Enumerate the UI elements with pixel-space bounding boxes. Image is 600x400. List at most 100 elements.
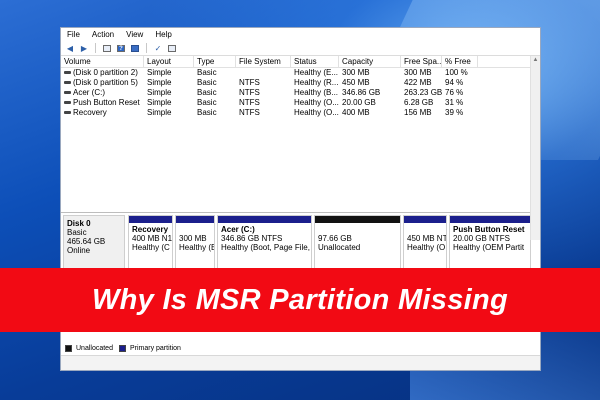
partition-title: Acer (C:) xyxy=(221,225,255,234)
cell-status: Healthy (B... xyxy=(291,88,339,98)
disk-name: Disk 0 xyxy=(67,219,91,228)
partition-line2: 300 MB xyxy=(179,234,207,243)
partition-line2: 97.66 GB xyxy=(318,234,352,243)
forward-arrow-icon[interactable]: ▶ xyxy=(79,44,89,53)
partition-line3: Healthy (E xyxy=(179,243,214,252)
partition-line3: Healthy (O xyxy=(407,243,446,252)
table-row[interactable]: (Disk 0 partition 5) Simple Basic NTFS Healt… xyxy=(61,78,532,88)
cell-volume: Push Button Reset xyxy=(61,98,144,108)
cell-type: Basic xyxy=(194,88,236,98)
partition-line2: 450 MB NT xyxy=(407,234,446,243)
legend-unallocated-swatch xyxy=(65,345,72,352)
cell-capacity: 20.00 GB xyxy=(339,98,401,108)
properties-icon[interactable] xyxy=(130,44,140,53)
menu-view[interactable]: View xyxy=(126,30,143,39)
cell-text: Basic xyxy=(197,68,217,77)
cell-layout: Simple xyxy=(144,108,194,118)
cell-volume: (Disk 0 partition 5) xyxy=(61,78,144,88)
cell-text: 31 % xyxy=(445,98,464,107)
cell-text: 39 % xyxy=(445,108,464,117)
partition-bar xyxy=(176,216,214,223)
checklist-icon[interactable]: ✓ xyxy=(153,44,163,53)
cell-text: Healthy (B... xyxy=(294,88,339,97)
cell-free-space: 300 MB xyxy=(401,68,442,78)
partition-bar xyxy=(218,216,311,223)
partition-text: Acer (C:) 346.86 GB NTFS Healthy (Boot, Pa… xyxy=(218,223,311,254)
column-header-percent-free[interactable]: % Free xyxy=(442,56,478,67)
cell-text: NTFS xyxy=(239,88,260,97)
menu-action[interactable]: Action xyxy=(92,30,114,39)
cell-text: Simple xyxy=(147,78,172,87)
cell-text: 156 MB xyxy=(404,108,432,117)
cell-file-system: NTFS xyxy=(236,88,291,98)
partition-line2: 400 MB N1 xyxy=(132,234,172,243)
cell-status: Healthy (E... xyxy=(291,68,339,78)
cell-text: 76 % xyxy=(445,88,464,97)
cell-text: Acer (C:) xyxy=(73,88,105,97)
partition-title: Push Button Reset xyxy=(453,225,525,234)
column-header-file-system[interactable]: File System xyxy=(236,56,291,67)
partition-text: 300 MB Healthy (E xyxy=(176,223,214,254)
column-header-type[interactable]: Type xyxy=(194,56,236,67)
column-header-free-space[interactable]: Free Spa... xyxy=(401,56,442,67)
cell-text: Simple xyxy=(147,88,172,97)
cell-text: NTFS xyxy=(239,108,260,117)
cell-text: Basic xyxy=(197,88,217,97)
column-header-volume[interactable]: Volume xyxy=(61,56,144,67)
title-banner: Why Is MSR Partition Missing xyxy=(0,268,600,332)
partition-bar xyxy=(404,216,446,223)
help-icon[interactable]: ? xyxy=(116,44,126,53)
legend-unallocated-label: Unallocated xyxy=(76,345,113,352)
cell-text: 300 MB xyxy=(342,68,370,77)
cell-free-space: 156 MB xyxy=(401,108,442,118)
cell-percent-free: 31 % xyxy=(442,98,478,108)
cell-text: Simple xyxy=(147,108,172,117)
refresh-icon[interactable] xyxy=(167,44,177,53)
volume-list-header: Volume Layout Type File System Status Ca… xyxy=(61,56,532,68)
back-arrow-icon[interactable]: ◀ xyxy=(65,44,75,53)
table-row[interactable]: Push Button Reset Simple Basic NTFS Healthy … xyxy=(61,98,532,108)
partition-line2: 20.00 GB NTFS xyxy=(453,234,510,243)
scroll-up-icon[interactable]: ▲ xyxy=(531,56,540,64)
column-header-status[interactable]: Status xyxy=(291,56,339,67)
volume-list-scrollbar[interactable]: ▲ xyxy=(530,56,540,240)
status-bar xyxy=(61,355,540,370)
menu-file[interactable]: File xyxy=(67,30,80,39)
volume-icon xyxy=(64,91,71,95)
cell-text: (Disk 0 partition 2) xyxy=(73,68,138,77)
list-view-icon[interactable] xyxy=(102,44,112,53)
cell-status: Healthy (O... xyxy=(291,108,339,118)
partition-line3: Healthy (OEM Partit xyxy=(453,243,525,252)
cell-capacity: 400 MB xyxy=(339,108,401,118)
cell-text: 422 MB xyxy=(404,78,432,87)
partition-line2: 346.86 GB NTFS xyxy=(221,234,283,243)
cell-text: Basic xyxy=(197,98,217,107)
legend: Unallocated Primary partition xyxy=(65,345,181,352)
menu-help[interactable]: Help xyxy=(155,30,171,39)
cell-text: Healthy (E... xyxy=(294,68,339,77)
column-header-layout[interactable]: Layout xyxy=(144,56,194,67)
table-row[interactable]: Acer (C:) Simple Basic NTFS Healthy (B... 346… xyxy=(61,88,532,98)
cell-file-system: NTFS xyxy=(236,108,291,118)
cell-text: NTFS xyxy=(239,78,260,87)
cell-layout: Simple xyxy=(144,88,194,98)
banner-title: Why Is MSR Partition Missing xyxy=(91,283,509,316)
column-header-capacity[interactable]: Capacity xyxy=(339,56,401,67)
cell-text: Push Button Reset xyxy=(73,98,140,107)
cell-text: (Disk 0 partition 5) xyxy=(73,78,138,87)
cell-text: 94 % xyxy=(445,78,464,87)
cell-text: 346.86 GB xyxy=(342,88,381,97)
partition-title xyxy=(318,225,397,234)
disk-type: Basic xyxy=(67,228,87,237)
cell-text: Basic xyxy=(197,78,217,87)
table-row[interactable]: Recovery Simple Basic NTFS Healthy (O... 400 … xyxy=(61,108,532,118)
menu-bar: File Action View Help xyxy=(61,28,540,41)
toolbar-divider xyxy=(146,43,147,53)
volume-icon xyxy=(64,111,71,115)
table-row[interactable]: (Disk 0 partition 2) Simple Basic Healthy (… xyxy=(61,68,532,78)
volume-icon xyxy=(64,81,71,85)
cell-text: Simple xyxy=(147,98,172,107)
cell-volume: Acer (C:) xyxy=(61,88,144,98)
cell-free-space: 6.28 GB xyxy=(401,98,442,108)
cell-type: Basic xyxy=(194,78,236,88)
